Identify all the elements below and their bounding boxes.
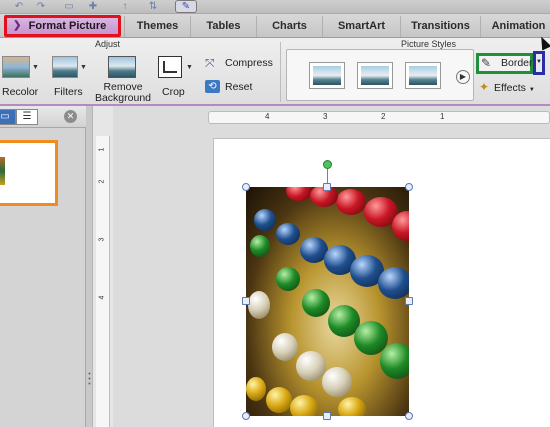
tab-label: Transitions [411, 20, 470, 32]
resize-handle-top-right[interactable] [405, 183, 413, 191]
compress-icon: ⤧ [205, 56, 215, 70]
redo-icon[interactable]: ↷ [34, 1, 48, 12]
chevron-down-icon: ▼ [528, 87, 535, 93]
ruler-tick-label: 4 [265, 112, 270, 121]
slides-panel-header: ▭ ☰ ✕ [0, 106, 86, 128]
format-icon[interactable]: ✎ [175, 0, 197, 13]
outline-view-button[interactable]: ☰ [16, 109, 38, 125]
effects-icon: ✦ [479, 80, 490, 94]
tab-label: Themes [136, 20, 179, 32]
tab-tables[interactable]: Tables [190, 16, 256, 37]
group-separator [280, 42, 281, 102]
effects-label: Effects [493, 82, 526, 94]
tab-label: SmartArt [337, 20, 386, 32]
reset-button[interactable]: ⟲ Reset [203, 80, 263, 96]
quick-toolbar: ↶ ↷ ▭ ✚ ↑ ⇅ ✎ [0, 0, 550, 14]
slides-panel: ▭ ☰ ✕ [0, 106, 86, 427]
resize-handle-top[interactable] [323, 183, 331, 191]
border-button[interactable]: ✎ Border [476, 53, 533, 74]
border-dropdown-button[interactable]: ▼ [533, 51, 545, 75]
resize-handle-bottom[interactable] [323, 412, 331, 420]
tab-charts[interactable]: Charts [256, 16, 322, 37]
chevron-right-icon: ❯ [13, 20, 22, 31]
tab-animation[interactable]: Animation [480, 16, 550, 37]
compress-label: Compress [225, 57, 273, 69]
filters-icon [52, 56, 78, 78]
resize-handle-left[interactable] [242, 297, 250, 305]
pen-icon: ✎ [481, 56, 492, 70]
horizontal-ruler: 4 3 2 1 [208, 111, 550, 124]
panel-splitter[interactable]: • • • [86, 106, 93, 427]
drag-handle-icon: • • • [88, 371, 91, 388]
abacus-picture[interactable] [246, 187, 409, 416]
tab-label: Tables [206, 20, 241, 32]
picture-styles-gallery [286, 49, 474, 101]
effects-button[interactable]: ✦ Effects ▼ [479, 80, 535, 94]
tab-transitions[interactable]: Transitions [400, 16, 480, 37]
tab-label: Charts [272, 20, 307, 32]
recolor-label: Recolor [2, 86, 39, 98]
ribbon: Adjust Picture Styles ▼ Recolor ▼ Filter… [0, 38, 550, 106]
recolor-button[interactable]: ▼ Recolor [0, 52, 44, 100]
resize-handle-right[interactable] [405, 297, 413, 305]
remove-background-label: Background [94, 92, 152, 104]
border-label: Border [501, 57, 533, 69]
vertical-ruler: 1 2 3 4 [96, 136, 110, 427]
chevron-down-icon: ▼ [80, 64, 87, 71]
filters-label: Filters [54, 86, 83, 98]
ribbon-tab-bar: ❯ Format Picture Themes Tables Charts Sm… [0, 14, 550, 38]
tab-themes[interactable]: Themes [124, 16, 190, 37]
compress-button[interactable]: ⤧ Compress [203, 56, 273, 72]
add-icon[interactable]: ✚ [86, 1, 100, 12]
powerpoint-window: ↶ ↷ ▭ ✚ ↑ ⇅ ✎ ❯ Format Picture Themes Ta… [0, 0, 550, 427]
layout-icon[interactable]: ▭ [62, 1, 76, 12]
chevron-down-icon: ▼ [536, 59, 542, 65]
group-label-picture-styles: Picture Styles [401, 39, 457, 49]
more-styles-button[interactable]: ▶ [456, 70, 470, 84]
crop-label: Crop [162, 86, 185, 98]
crop-button[interactable]: ▼ Crop [156, 52, 198, 100]
filters-button[interactable]: ▼ Filters [50, 52, 92, 100]
picture-style-2[interactable] [357, 62, 393, 89]
remove-background-button[interactable]: Remove Background [94, 52, 152, 104]
chevron-down-icon: ▼ [186, 64, 193, 71]
slide-thumbnail[interactable] [0, 140, 58, 206]
resize-handle-bottom-left[interactable] [242, 412, 250, 420]
recolor-icon [2, 56, 30, 78]
crop-icon [158, 56, 182, 78]
reset-label: Reset [225, 81, 253, 93]
tab-label: Animation [491, 20, 546, 32]
ruler-tick-label: 2 [98, 179, 106, 184]
chevron-down-icon: ▼ [32, 64, 39, 71]
ruler-tick-label: 2 [381, 112, 386, 121]
group-label-adjust: Adjust [95, 39, 121, 49]
rotation-handle[interactable] [323, 160, 332, 169]
remove-background-icon [108, 56, 136, 78]
tab-format-picture[interactable]: ❯ Format Picture [4, 15, 121, 37]
ruler-tick-label: 1 [440, 112, 445, 121]
tab-smartart[interactable]: SmartArt [322, 16, 400, 37]
picture-style-3[interactable] [405, 62, 441, 89]
undo-icon[interactable]: ↶ [12, 1, 26, 12]
reset-icon: ⟲ [205, 80, 220, 93]
ruler-tick-label: 3 [98, 237, 106, 242]
ruler-tick-label: 3 [323, 112, 328, 121]
ruler-tick-label: 1 [98, 147, 106, 152]
ruler-tick-label: 4 [98, 295, 106, 300]
close-icon[interactable]: ✕ [64, 110, 77, 123]
picture-style-1[interactable] [309, 62, 345, 89]
arrow-up-icon[interactable]: ↑ [118, 1, 132, 12]
sort-icon[interactable]: ⇅ [146, 1, 160, 12]
slides-view-button[interactable]: ▭ [0, 109, 16, 125]
resize-handle-top-left[interactable] [242, 183, 250, 191]
tab-label: Format Picture [28, 20, 107, 32]
resize-handle-bottom-right[interactable] [405, 412, 413, 420]
